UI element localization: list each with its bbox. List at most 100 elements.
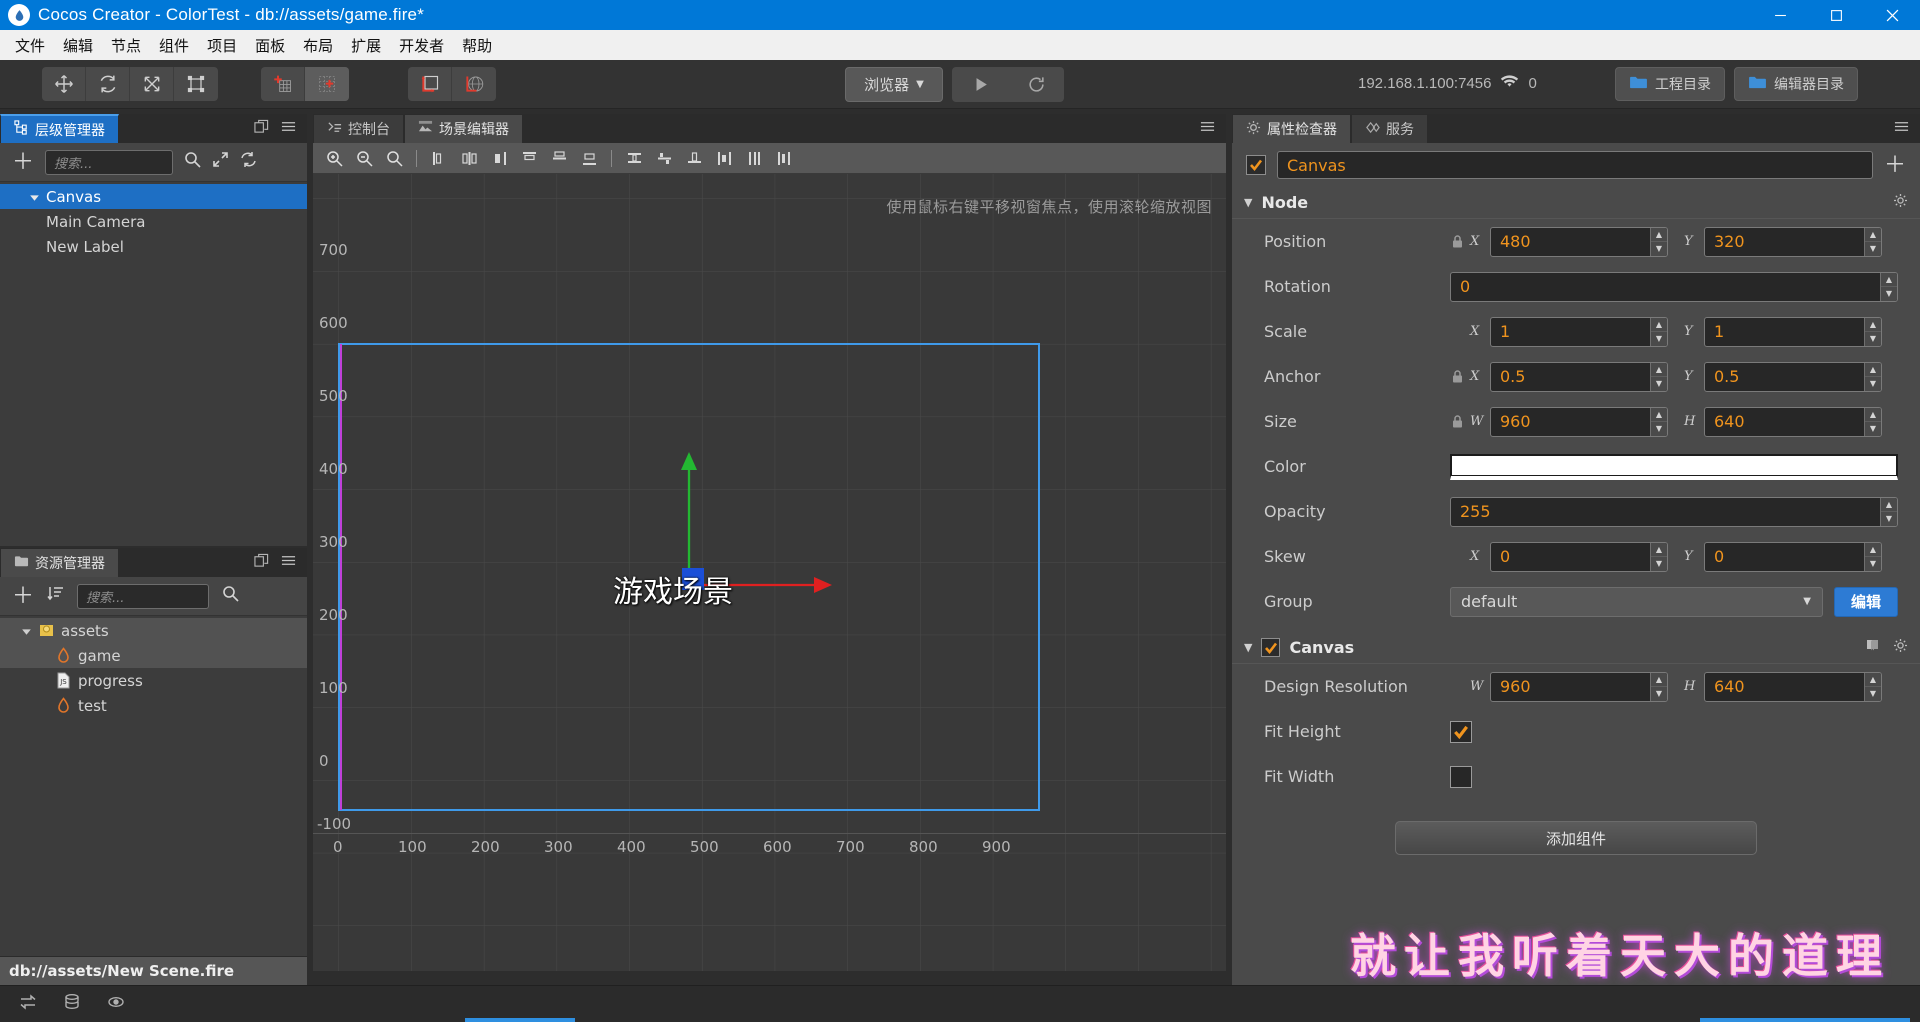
add-component-button[interactable]: 添加组件 [1395, 821, 1757, 855]
design-resolution-w-stepper[interactable]: ▲ ▼ [1650, 672, 1667, 701]
align-middle-icon[interactable] [544, 143, 574, 174]
add-asset-button[interactable]: ＋ [12, 585, 34, 607]
popout-icon[interactable] [254, 553, 269, 573]
position-x-stepper[interactable]: ▲ ▼ [1650, 227, 1667, 256]
project-dir-button[interactable]: 工程目录 [1615, 67, 1725, 101]
zoom-out-icon[interactable] [349, 143, 379, 174]
rect-tool[interactable] [174, 67, 218, 101]
skew-y-stepper[interactable]: ▲ ▼ [1864, 542, 1881, 571]
scale-y-input[interactable]: 1 ▲ ▼ [1704, 316, 1882, 347]
rotate-tool[interactable] [86, 67, 130, 101]
chevron-down-icon[interactable]: ▼ [1244, 196, 1252, 209]
local-coord-tool[interactable] [408, 67, 452, 101]
tab-inspector[interactable]: 属性检查器 [1232, 114, 1351, 143]
pivot-center-tool[interactable] [261, 67, 305, 101]
zoom-reset-icon[interactable] [379, 143, 409, 174]
canvas-enabled-checkbox[interactable] [1261, 638, 1281, 657]
refresh-icon[interactable] [1008, 67, 1064, 102]
anchor-y-stepper[interactable]: ▲ ▼ [1864, 362, 1881, 391]
hierarchy-search-input[interactable]: 搜索... [45, 149, 174, 175]
pivot-pivot-tool[interactable] [305, 67, 349, 101]
sync-assets-icon[interactable] [18, 992, 38, 1017]
menu-help[interactable]: 帮助 [453, 32, 501, 59]
tree-node-canvas[interactable]: Canvas [0, 184, 307, 209]
plus-icon[interactable]: ＋ [1884, 154, 1906, 176]
asset-row-game[interactable]: game [0, 643, 307, 668]
rotation-stepper[interactable]: ▲ ▼ [1880, 272, 1897, 301]
group-edit-button[interactable]: 编辑 [1833, 586, 1898, 617]
scale-x-input[interactable]: 1 ▲ ▼ [1490, 316, 1668, 347]
design-resolution-h-stepper[interactable]: ▲ ▼ [1864, 672, 1881, 701]
menu-edit[interactable]: 编辑 [54, 32, 102, 59]
help-book-icon[interactable] [1865, 638, 1880, 657]
global-coord-tool[interactable] [452, 67, 496, 101]
tree-node-main-camera[interactable]: Main Camera [0, 209, 307, 234]
opacity-stepper[interactable]: ▲ ▼ [1880, 497, 1897, 526]
chevron-down-icon[interactable]: ▼ [1244, 641, 1252, 654]
menu-panel[interactable]: 面板 [246, 32, 294, 59]
spread-gap-icon[interactable] [769, 143, 799, 174]
gear-icon[interactable] [1893, 193, 1908, 212]
menu-developer[interactable]: 开发者 [390, 32, 453, 59]
group-select[interactable]: default ▼ [1450, 586, 1823, 617]
minimize-icon[interactable] [1752, 0, 1808, 30]
design-resolution-h-input[interactable]: 640 ▲ ▼ [1704, 671, 1882, 702]
anchor-x-stepper[interactable]: ▲ ▼ [1650, 362, 1667, 391]
tab-console[interactable]: 控制台 [313, 114, 404, 143]
distribute-v-icon[interactable] [649, 143, 679, 174]
menu-extension[interactable]: 扩展 [342, 32, 390, 59]
hamburger-icon[interactable] [281, 553, 296, 573]
editor-dir-button[interactable]: 编辑器目录 [1734, 67, 1858, 101]
hamburger-icon[interactable] [1200, 119, 1215, 139]
lock-icon[interactable] [1450, 234, 1465, 249]
spread-v-icon[interactable] [739, 143, 769, 174]
chevron-down-icon[interactable] [20, 624, 33, 637]
hamburger-icon[interactable] [1894, 119, 1909, 139]
asset-row-assets[interactable]: assets [0, 618, 307, 643]
node-name-input[interactable]: Canvas [1277, 151, 1873, 179]
eye-icon[interactable] [106, 992, 126, 1017]
menu-node[interactable]: 节点 [102, 32, 150, 59]
position-x-input[interactable]: 480 ▲ ▼ [1490, 226, 1668, 257]
fit-width-checkbox[interactable] [1450, 765, 1472, 788]
anchor-y-input[interactable]: 0.5 ▲ ▼ [1704, 361, 1882, 392]
menu-file[interactable]: 文件 [6, 32, 54, 59]
lock-icon[interactable] [1450, 414, 1465, 429]
position-y-stepper[interactable]: ▲ ▼ [1864, 227, 1881, 256]
lock-icon[interactable] [1450, 369, 1465, 384]
tree-node-new-label[interactable]: New Label [0, 234, 307, 259]
close-icon[interactable] [1864, 0, 1920, 30]
maximize-icon[interactable] [1808, 0, 1864, 30]
size-h-input[interactable]: 640 ▲ ▼ [1704, 406, 1882, 437]
database-icon[interactable] [62, 992, 82, 1017]
tab-assets[interactable]: 资源管理器 [0, 548, 119, 577]
size-w-stepper[interactable]: ▲ ▼ [1650, 407, 1667, 436]
gear-icon[interactable] [1893, 638, 1908, 657]
menu-layout[interactable]: 布局 [294, 32, 342, 59]
scene-viewport[interactable]: 700 600 500 400 300 200 100 0 -100 0 100… [313, 174, 1226, 971]
sort-icon[interactable] [47, 585, 64, 607]
asset-row-test[interactable]: test [0, 693, 307, 718]
design-resolution-w-input[interactable]: 960 ▲ ▼ [1490, 671, 1668, 702]
anchor-x-input[interactable]: 0.5 ▲ ▼ [1490, 361, 1668, 392]
color-swatch[interactable] [1450, 453, 1898, 480]
search-icon[interactable] [222, 585, 239, 607]
size-h-stepper[interactable]: ▲ ▼ [1864, 407, 1881, 436]
tab-service[interactable]: 服务 [1351, 114, 1428, 143]
distribute-gap-icon[interactable] [679, 143, 709, 174]
align-right-icon[interactable] [484, 143, 514, 174]
preview-target-select[interactable]: 浏览器 ▼ [845, 67, 943, 102]
chevron-down-icon[interactable] [28, 190, 41, 203]
play-icon[interactable] [952, 67, 1008, 102]
align-bottom-icon[interactable] [574, 143, 604, 174]
expand-icon[interactable] [212, 151, 229, 173]
skew-y-input[interactable]: 0 ▲ ▼ [1704, 541, 1882, 572]
scale-tool[interactable] [130, 67, 174, 101]
node-section-header[interactable]: ▼ Node [1232, 187, 1920, 219]
canvas-section-header[interactable]: ▼ Canvas [1232, 632, 1920, 664]
menu-project[interactable]: 项目 [198, 32, 246, 59]
distribute-h-icon[interactable] [619, 143, 649, 174]
spread-h-icon[interactable] [709, 143, 739, 174]
popout-icon[interactable] [254, 119, 269, 139]
asset-row-progress[interactable]: JS progress [0, 668, 307, 693]
